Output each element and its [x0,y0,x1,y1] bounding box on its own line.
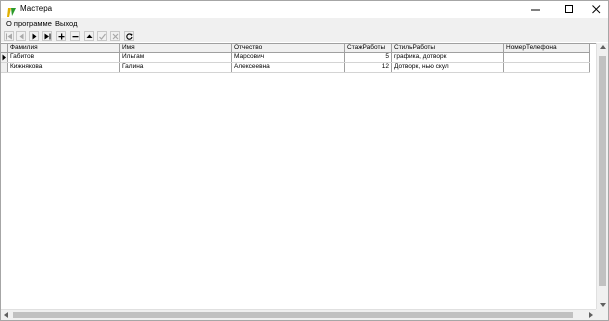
edit-up-icon [86,34,92,38]
column-header-style[interactable]: СтильРаботы [392,44,504,52]
data-grid[interactable]: Фамилия Имя Отчество СтажРаботы СтильРаб… [1,43,596,310]
edit-record-button[interactable] [84,31,94,41]
cell-style[interactable]: Дотворк, нью скул [392,63,504,72]
minus-icon [72,35,78,37]
check-icon [98,33,106,40]
scroll-down-icon[interactable] [600,303,606,307]
refresh-icon [125,32,133,40]
horizontal-scrollbar[interactable] [1,309,596,320]
menu-about[interactable]: О программе [6,19,52,29]
scrollbar-corner [596,309,608,320]
first-icon [5,33,12,39]
next-record-button[interactable] [29,31,39,41]
last-record-button[interactable] [42,31,52,41]
prior-record-button[interactable] [16,31,26,41]
vertical-scrollbar[interactable] [596,43,608,309]
app-icon [6,5,17,17]
row-indicator [1,63,8,72]
column-header-firstname[interactable]: Имя [120,44,232,52]
plus-icon [58,33,64,39]
cell-phone[interactable] [504,63,590,72]
scroll-left-icon[interactable] [4,312,8,318]
column-header-lastname[interactable]: Фамилия [8,44,120,52]
first-record-button[interactable] [4,31,14,41]
last-icon [44,33,50,39]
maximize-button[interactable] [556,1,582,18]
cell-style[interactable]: графика, дотворк [392,53,504,62]
scroll-right-icon[interactable] [589,312,593,318]
delete-record-button[interactable] [70,31,80,41]
refresh-data-button[interactable] [124,31,134,41]
menu-bar: О программе Выход [1,18,608,30]
row-indicator-icon [1,53,8,62]
prior-icon [19,33,23,39]
title-bar[interactable]: Мастера [1,1,608,18]
cell-lastname[interactable]: Габитов [8,53,120,62]
column-header-phone[interactable]: НомерТелефона [504,44,590,52]
cell-patronymic[interactable]: Марсович [232,53,345,62]
cell-patronymic[interactable]: Алексеевна [232,63,345,72]
menu-exit[interactable]: Выход [55,19,77,29]
column-header-experience[interactable]: СтажРаботы [345,44,392,52]
scroll-up-icon[interactable] [600,45,606,49]
cell-firstname[interactable]: Ильгам [120,53,232,62]
column-header-patronymic[interactable]: Отчество [232,44,345,52]
minimize-button[interactable] [522,1,548,18]
next-icon [32,33,36,39]
cell-firstname[interactable]: Галина [120,63,232,72]
cancel-edit-button[interactable] [110,31,120,41]
header-indicator [1,44,8,52]
cell-experience[interactable]: 12 [345,63,392,72]
horizontal-scroll-thumb[interactable] [13,312,573,318]
main-window: Мастера О программе Выход Фамилия Имя От… [0,0,609,321]
insert-record-button[interactable] [56,31,66,41]
grid-header: Фамилия Имя Отчество СтажРаботы СтильРаб… [1,44,590,53]
window-title: Мастера [20,4,53,13]
close-button[interactable] [583,1,609,18]
table-row[interactable]: Габитов Ильгам Марсович 5 графика, дотво… [1,53,590,63]
db-navigator [1,30,608,42]
cell-experience[interactable]: 5 [345,53,392,62]
cell-phone[interactable] [504,53,590,62]
x-icon [112,33,118,39]
post-edit-button[interactable] [97,31,107,41]
table-row[interactable]: Кижнякова Галина Алексеевна 12 Дотворк, … [1,63,590,73]
cell-lastname[interactable]: Кижнякова [8,63,120,72]
vertical-scroll-thumb[interactable] [599,56,606,286]
